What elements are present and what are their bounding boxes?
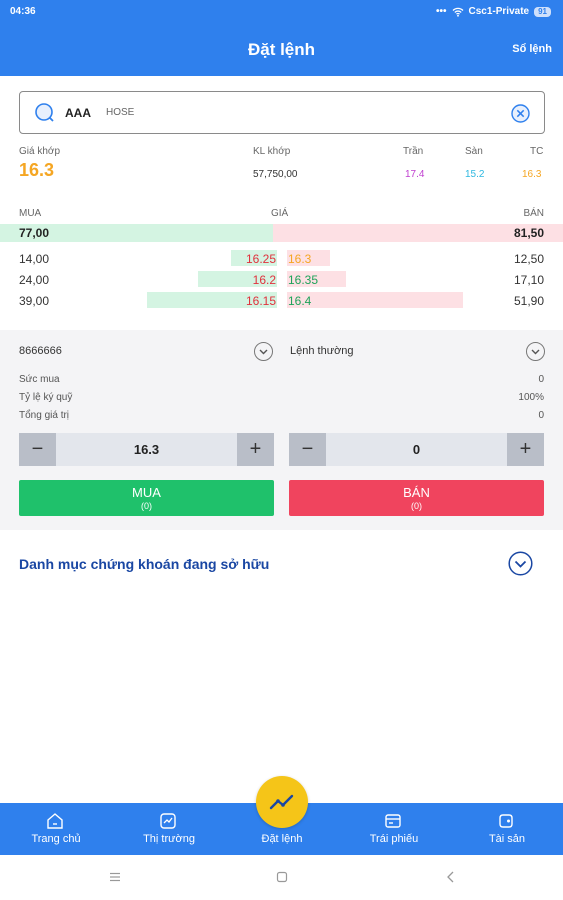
nav-assets-label: Tài sản — [488, 833, 526, 845]
purchasing-power-value: 0 — [538, 374, 544, 385]
assets-icon — [499, 814, 513, 828]
floor-value: 15.2 — [465, 169, 485, 180]
price-stepper: − 16.3 + — [19, 433, 274, 466]
nav-home[interactable]: Trang chủ — [0, 803, 112, 855]
sell-depth-bar — [287, 292, 463, 308]
match-volume-value: 57,750,00 — [253, 169, 298, 180]
buy-volume: 39,00 — [19, 294, 50, 308]
wifi-icon — [452, 7, 463, 17]
total-value-label: Tổng giá trị — [19, 410, 70, 421]
nav-assets[interactable]: Tài sản — [451, 803, 563, 855]
floor-label: Sàn — [465, 146, 483, 157]
ceiling-label: Trần — [403, 146, 424, 157]
nav-market-label: Thị trường — [143, 833, 195, 845]
notification-dots: ••• — [435, 6, 447, 17]
home-square-icon[interactable] — [276, 871, 288, 883]
nav-home-label: Trang chủ — [31, 833, 81, 845]
ceiling-value: 17.4 — [405, 169, 425, 180]
sell-button-label: BÁN — [403, 485, 430, 500]
buy-volume: 24,00 — [19, 273, 50, 287]
nav-bonds[interactable]: Trái phiếu — [338, 803, 450, 855]
bonds-icon — [385, 814, 401, 828]
sell-price: 16.4 — [288, 294, 312, 308]
system-navigation-bar — [0, 855, 563, 900]
search-symbol: AAA — [65, 106, 91, 120]
buy-price: 16.15 — [245, 294, 276, 308]
status-bar: 04:36 ••• Csc1-Private 91 — [0, 0, 563, 24]
battery-icon: 91 — [534, 6, 551, 17]
sell-volume: 17,10 — [513, 273, 544, 287]
price-input[interactable]: 16.3 — [56, 433, 237, 466]
match-price-label: Giá khớp — [19, 146, 61, 157]
quantity-increase-button[interactable]: + — [507, 433, 544, 466]
sell-volume: 51,90 — [513, 294, 544, 308]
symbol-search-input[interactable]: AAA HOSE — [19, 91, 545, 134]
back-icon[interactable] — [445, 871, 457, 883]
buy-price: 16.2 — [252, 273, 276, 287]
margin-ratio-value: 100% — [518, 392, 544, 403]
nav-bonds-label: Trái phiếu — [369, 833, 419, 845]
market-icon — [160, 813, 176, 829]
orderbook-buy-header: MUA — [19, 208, 42, 219]
quantity-input[interactable]: 0 — [326, 433, 507, 466]
total-buy-volume: 77,00 — [19, 226, 50, 240]
portfolio-chevron-down-icon[interactable] — [508, 551, 533, 576]
buy-price: 16.25 — [245, 252, 276, 266]
margin-ratio-label: Tỷ lệ ký quỹ — [19, 392, 73, 403]
price-increase-button[interactable]: + — [237, 433, 274, 466]
match-volume-label: KL khớp — [253, 146, 291, 157]
network-name: Csc1-Private — [468, 6, 530, 17]
order-form-panel: 8666666 Lệnh thường Sức mua 0 Tỷ lệ ký q… — [0, 330, 563, 530]
sell-volume: 12,50 — [513, 252, 544, 266]
buy-button[interactable]: MUA (0) — [19, 480, 274, 516]
price-decrease-button[interactable]: − — [19, 433, 56, 466]
trend-chart-icon — [269, 794, 294, 810]
orderbook-price-header: GIÁ — [271, 208, 289, 219]
nav-order-label[interactable]: Đặt lệnh — [226, 833, 338, 845]
buy-button-count: (0) — [141, 501, 152, 511]
buy-button-label: MUA — [132, 485, 161, 500]
reference-label: TC — [530, 146, 544, 157]
orderbook-sell-header: BÁN — [523, 208, 544, 219]
sell-button-count: (0) — [411, 501, 422, 511]
buy-volume: 14,00 — [19, 252, 50, 266]
nav-order-button[interactable] — [256, 776, 308, 828]
page-title: Đặt lệnh — [247, 40, 316, 59]
sell-price: 16.35 — [288, 273, 319, 287]
quantity-stepper: − 0 + — [289, 433, 544, 466]
account-select[interactable]: 8666666 — [19, 345, 62, 357]
order-book-link[interactable]: Sổ lệnh — [512, 43, 552, 55]
reference-value: 16.3 — [522, 169, 542, 180]
total-sell-volume: 81,50 — [513, 226, 544, 240]
status-time: 04:36 — [10, 6, 36, 17]
order-type-select[interactable]: Lệnh thường — [290, 345, 354, 357]
search-exchange: HOSE — [106, 107, 135, 118]
sell-button[interactable]: BÁN (0) — [289, 480, 544, 516]
status-indicators: ••• Csc1-Private 91 — [436, 6, 551, 17]
match-price-value: 16.3 — [19, 160, 55, 180]
order-type-chevron-down-icon[interactable] — [526, 342, 545, 361]
sell-price: 16.3 — [288, 252, 312, 266]
clear-icon[interactable] — [511, 104, 530, 123]
quantity-decrease-button[interactable]: − — [289, 433, 326, 466]
purchasing-power-label: Sức mua — [19, 374, 60, 385]
home-icon — [47, 813, 63, 829]
account-chevron-down-icon[interactable] — [254, 342, 273, 361]
portfolio-section-title[interactable]: Danh mục chứng khoán đang sở hữu — [19, 556, 269, 572]
search-icon — [35, 103, 54, 122]
app-header: 04:36 ••• Csc1-Private 91 Đặt lệnh Sổ lệ… — [0, 0, 563, 76]
total-value-value: 0 — [538, 410, 544, 421]
nav-market[interactable]: Thị trường — [113, 803, 225, 855]
menu-icon[interactable] — [109, 871, 121, 883]
